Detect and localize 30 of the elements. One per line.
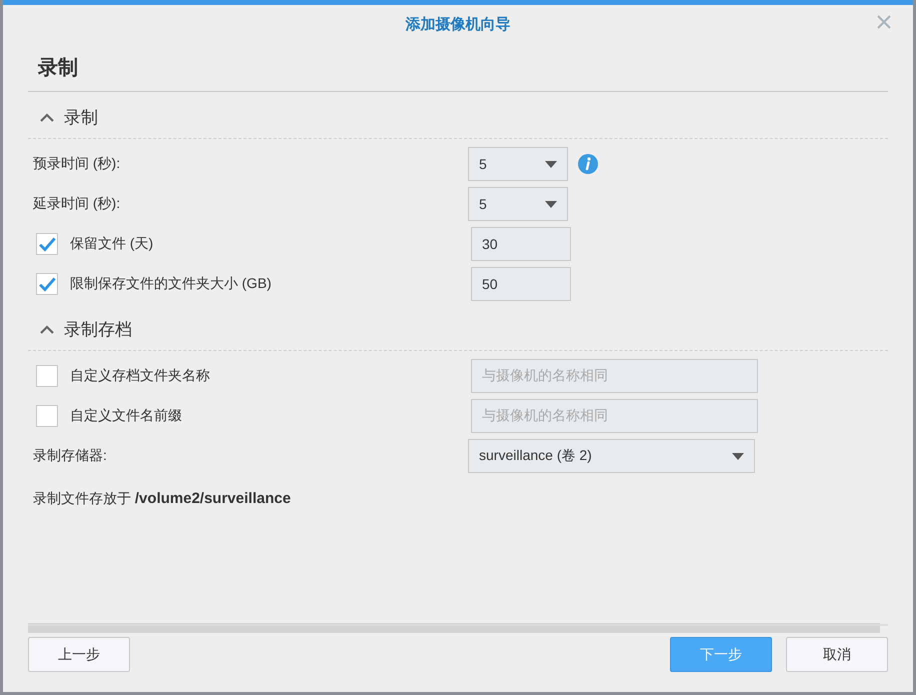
page-heading: 录制: [36, 56, 79, 81]
checkbox[interactable]: [36, 405, 58, 427]
field-label: 录制存储器:: [33, 447, 107, 465]
caret-icon[interactable]: [732, 452, 744, 460]
collapse-chevron-icon[interactable]: [40, 324, 54, 334]
input-field[interactable]: 50: [471, 267, 571, 301]
section-title: 录制: [64, 106, 98, 128]
caret-icon[interactable]: [545, 160, 557, 168]
field-label: 预录时间 (秒):: [33, 155, 120, 173]
field-label: 自定义文件名前缀: [70, 407, 182, 425]
field-label: 自定义存档文件夹名称: [70, 367, 210, 385]
collapse-chevron-icon[interactable]: [40, 112, 54, 122]
close-icon[interactable]: [877, 15, 891, 29]
dropdown[interactable]: surveillance (卷 2): [468, 439, 755, 473]
field-label: 保留文件 (天): [70, 235, 154, 253]
checkbox[interactable]: [36, 273, 58, 295]
input-field[interactable]: 30: [471, 227, 571, 261]
checkbox[interactable]: [36, 233, 58, 255]
section-title: 录制存档: [64, 318, 132, 340]
storage-path-text: 录制文件存放于 /volume2/surveillance: [32, 489, 292, 509]
footer-button[interactable]: 取消: [786, 637, 888, 672]
info-icon[interactable]: [578, 154, 598, 174]
checkbox[interactable]: [36, 365, 58, 387]
dropdown[interactable]: 5: [468, 147, 568, 181]
field-label: 延录时间 (秒):: [33, 195, 120, 213]
window-title: 添加摄像机向导: [406, 14, 510, 34]
caret-icon[interactable]: [545, 200, 557, 208]
dropdown[interactable]: 5: [468, 187, 568, 221]
footer-button[interactable]: 上一步: [28, 637, 130, 672]
field-label: 限制保存文件的文件夹大小 (GB): [70, 275, 272, 293]
